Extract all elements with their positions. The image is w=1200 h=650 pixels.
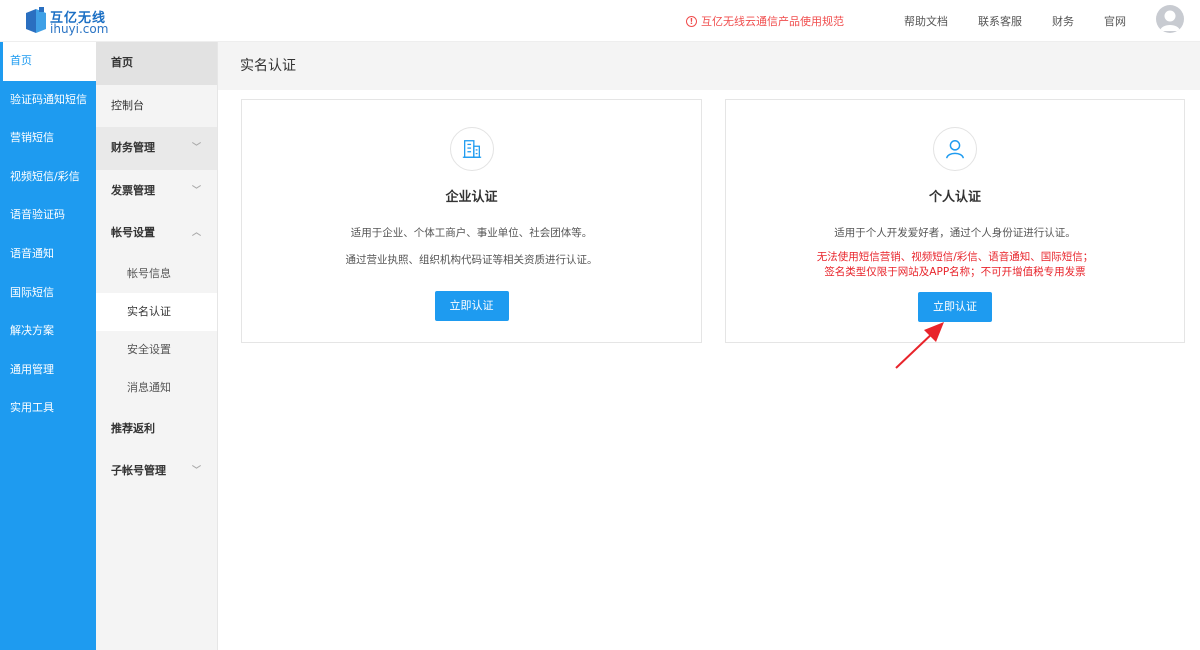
sidebar-item-voice-notice[interactable]: 语音通知 <box>0 235 96 274</box>
logo[interactable]: 互亿无线 ihuyi.com <box>26 5 126 37</box>
personal-auth-warnings: 无法使用短信营销、视频短信/彩信、语音通知、国际短信； 签名类型仅限于网站及AP… <box>726 250 1184 280</box>
sidebar-item-international-sms[interactable]: 国际短信 <box>0 274 96 313</box>
subnav-security-settings[interactable]: 安全设置 <box>96 331 217 369</box>
sidebar-item-general-management[interactable]: 通用管理 <box>0 351 96 390</box>
subnav-referral[interactable]: 推荐返利 <box>96 408 217 451</box>
chevron-up-icon: ︿ <box>191 228 201 238</box>
sidebar-item-home[interactable]: 首页 <box>3 42 96 81</box>
subnav-account-settings[interactable]: 帐号设置 ︿ <box>96 212 217 255</box>
brand-domain: ihuyi.com <box>50 22 109 36</box>
subnav-account-label: 帐号设置 <box>111 226 155 239</box>
help-docs-link[interactable]: 帮助文档 <box>904 13 948 29</box>
primary-sidebar: 首页 验证码通知短信 营销短信 视频短信/彩信 语音验证码 语音通知 国际短信 … <box>0 42 96 650</box>
personal-auth-warning-1: 无法使用短信营销、视频短信/彩信、语音通知、国际短信； <box>816 251 1094 263</box>
red-arrow-annotation <box>895 322 944 369</box>
subnav-real-name-auth[interactable]: 实名认证 <box>96 292 217 332</box>
usage-policy-label: 互亿无线云通信产品使用规范 <box>701 15 844 28</box>
subnav-sub-accounts-label: 子帐号管理 <box>111 464 166 478</box>
warning-icon: ! <box>686 15 697 27</box>
personal-auth-button[interactable]: 立即认证 <box>918 292 992 322</box>
user-icon <box>946 140 964 159</box>
enterprise-auth-desc: 适用于企业、个体工商户、事业单位、社会团体等。 <box>350 227 593 239</box>
sidebar-item-video-sms[interactable]: 视频短信/彩信 <box>0 158 96 197</box>
subnav-account-info[interactable]: 帐号信息 <box>96 255 217 293</box>
personal-auth-desc: 适用于个人开发爱好者，通过个人身份证进行认证。 <box>834 227 1076 239</box>
top-nav: ! 互亿无线云通信产品使用规范 帮助文档 联系客服 财务 官网 <box>686 0 1126 42</box>
enterprise-icon-circle <box>449 127 494 171</box>
enterprise-auth-card: 企业认证 适用于企业、个体工商户、事业单位、社会团体等。 通过营业执照、组织机构… <box>241 99 702 343</box>
enterprise-auth-button[interactable]: 立即认证 <box>434 291 509 321</box>
sidebar-item-marketing-sms[interactable]: 营销短信 <box>0 119 96 158</box>
avatar[interactable] <box>1156 5 1184 33</box>
sidebar-item-solutions[interactable]: 解决方案 <box>0 312 96 351</box>
contact-support-link[interactable]: 联系客服 <box>978 13 1022 29</box>
subnav-console[interactable]: 控制台 <box>96 85 217 128</box>
subnav-invoice-label: 发票管理 <box>111 183 155 197</box>
sidebar-item-tools[interactable]: 实用工具 <box>0 389 96 428</box>
secondary-sidebar: 首页 控制台 财务管理 ﹀ 发票管理 ﹀ 帐号设置 ︿ 帐号信息 实名认证 安全… <box>96 42 218 650</box>
personal-auth-title: 个人认证 <box>928 190 981 205</box>
user-avatar-icon <box>1160 10 1180 31</box>
subnav-message-notifications[interactable]: 消息通知 <box>96 369 217 407</box>
usage-policy-link[interactable]: ! 互亿无线云通信产品使用规范 <box>686 13 844 29</box>
sidebar-item-voice-code[interactable]: 语音验证码 <box>0 196 96 235</box>
enterprise-auth-title: 企业认证 <box>445 190 498 205</box>
chevron-down-icon: ﹀ <box>191 185 201 196</box>
subnav-invoice[interactable]: 发票管理 ﹀ <box>96 170 217 213</box>
chevron-down-icon: ﹀ <box>191 143 201 153</box>
personal-icon-circle <box>933 127 977 171</box>
subnav-finance[interactable]: 财务管理 ﹀ <box>96 127 217 170</box>
logo-mark-icon <box>26 7 46 33</box>
personal-auth-card: 个人认证 适用于个人开发爱好者，通过个人身份证进行认证。 无法使用短信营销、视频… <box>725 99 1185 343</box>
chevron-down-icon: ﹀ <box>191 466 201 477</box>
finance-link[interactable]: 财务 <box>1052 13 1074 29</box>
enterprise-auth-desc-2: 通过营业执照、组织机构代码证等相关资质进行认证。 <box>345 254 598 266</box>
main-content: 实名认证 企业认证 适用于企业、个体工商户、事业单位、社会团体等。 通过营业执照… <box>218 42 1200 650</box>
subnav-finance-label: 财务管理 <box>111 141 155 154</box>
sidebar-item-verification-sms[interactable]: 验证码通知短信 <box>0 81 96 120</box>
building-icon <box>462 140 481 158</box>
official-site-link[interactable]: 官网 <box>1104 13 1126 29</box>
personal-auth-warning-2: 签名类型仅限于网站及APP名称；不可开增值税专用发票 <box>824 266 1086 278</box>
top-header: 互亿无线 ihuyi.com ! 互亿无线云通信产品使用规范 帮助文档 联系客服… <box>0 0 1200 42</box>
subnav-home[interactable]: 首页 <box>96 42 217 85</box>
subnav-sub-accounts[interactable]: 子帐号管理 ﹀ <box>96 450 217 493</box>
page-title: 实名认证 <box>218 42 1200 90</box>
